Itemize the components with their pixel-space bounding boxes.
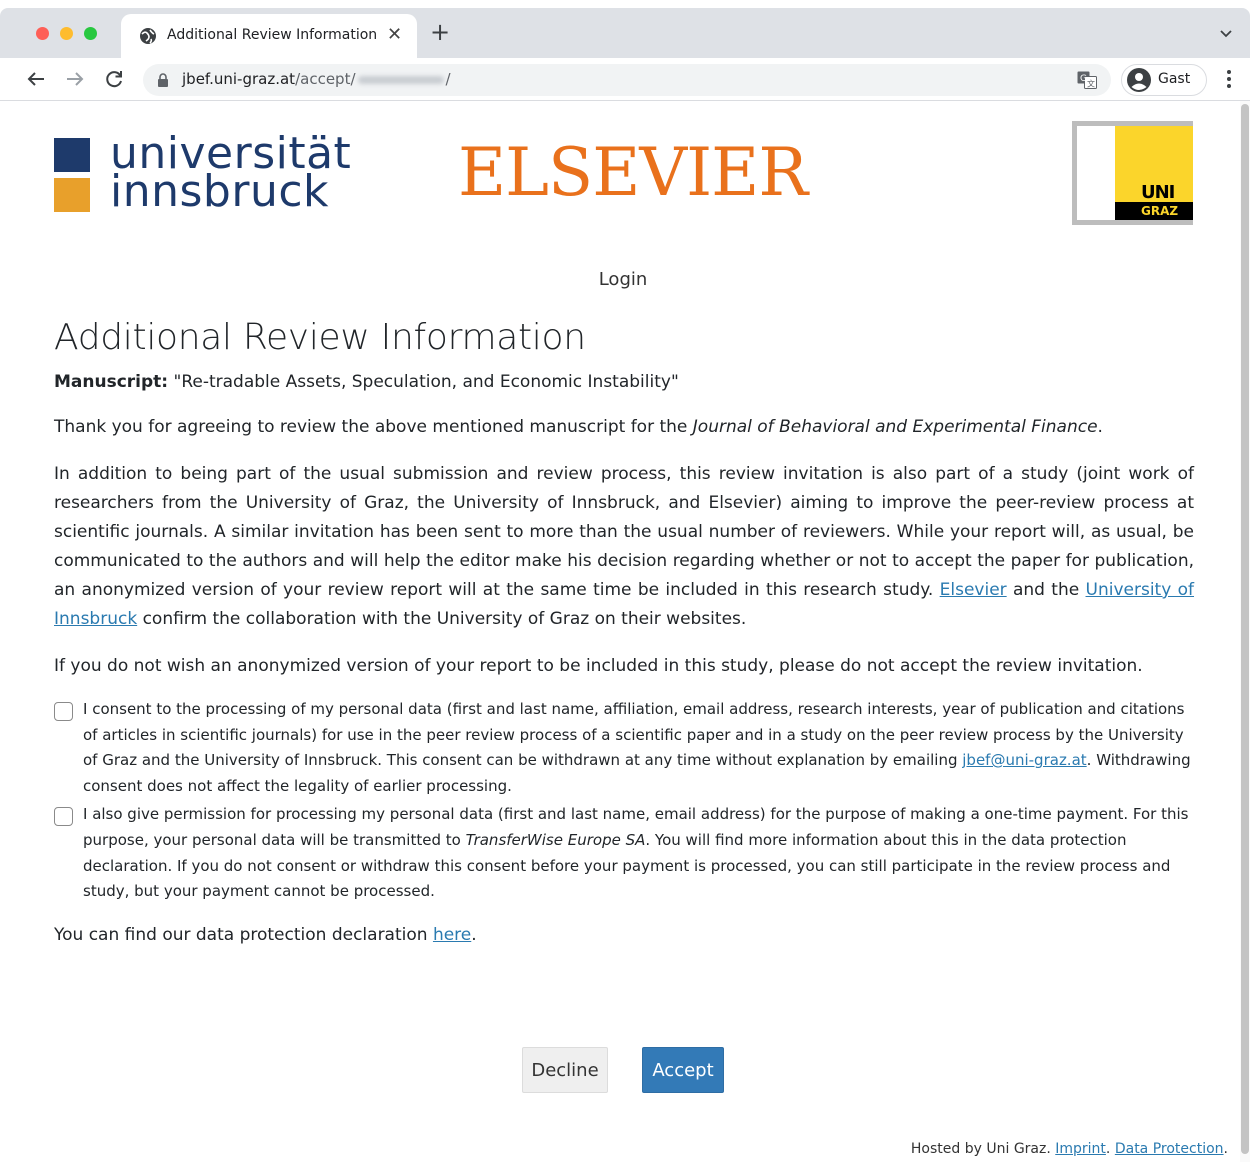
reload-icon[interactable] (102, 67, 126, 91)
consent-personal-data: I consent to the processing of my person… (54, 697, 1194, 799)
manuscript-line: Manuscript: "Re-tradable Assets, Specula… (54, 369, 1194, 395)
consent-payment-checkbox[interactable] (54, 807, 73, 827)
payment-company: TransferWise Europe SA (465, 830, 646, 849)
window-close-button[interactable] (36, 27, 49, 40)
url-path-prefix: /accept/ (295, 70, 356, 88)
study-text-mid: and the (1006, 580, 1086, 600)
svg-text:文: 文 (1087, 79, 1095, 89)
imprint-link[interactable]: Imprint (1055, 1141, 1106, 1157)
url-path-suffix: / (445, 70, 451, 88)
browser-chrome: Additional Review Information ✕ + jbef.u… (0, 0, 1250, 101)
logo-text-line2: innsbruck (110, 166, 329, 217)
journal-name: Journal of Behavioral and Experimental F… (692, 417, 1098, 437)
browser-tab-active[interactable]: Additional Review Information ✕ (121, 14, 417, 58)
data-protection-link[interactable]: Data Protection (1115, 1141, 1224, 1157)
account-icon (1127, 68, 1151, 92)
chevron-down-icon[interactable] (1218, 26, 1234, 42)
page-footer: Hosted by Uni Graz. Imprint. Data Protec… (911, 1141, 1228, 1157)
dp-text-end: . (471, 924, 477, 945)
profile-button[interactable]: Gast (1121, 64, 1207, 96)
kebab-menu-icon[interactable] (1222, 68, 1236, 90)
logo-square-blue (54, 138, 90, 172)
window-minimize-button[interactable] (60, 27, 73, 40)
login-link-label[interactable]: Login (599, 269, 648, 290)
page-content: universität innsbruck ELSEVIER UNI GRAZ … (0, 101, 1240, 1162)
data-protection-line: You can find our data protection declara… (54, 922, 1194, 948)
page-title: Additional Review Information (54, 317, 586, 358)
logo-text-graz: GRAZ (1141, 204, 1179, 218)
profile-name: Gast (1158, 71, 1191, 87)
study-paragraph: In addition to being part of the usual s… (54, 460, 1194, 634)
elsevier-logo: ELSEVIER (458, 134, 808, 211)
uni-graz-logo: UNI GRAZ (1072, 121, 1193, 225)
data-protection-here-link[interactable]: here (433, 925, 471, 945)
footer-sep: . (1105, 1141, 1115, 1157)
lock-icon[interactable] (157, 73, 169, 87)
redacted-token (357, 75, 444, 84)
url-host: jbef.uni-graz.at (182, 70, 296, 88)
tab-title: Additional Review Information (167, 27, 378, 43)
footer-hosted: Hosted by Uni Graz. (910, 1141, 1056, 1157)
manuscript-title: "Re-tradable Assets, Speculation, and Ec… (173, 372, 679, 392)
back-arrow-icon[interactable] (24, 67, 48, 91)
browser-toolbar: jbef.uni-graz.at/accept/ / G 文 Gast (0, 58, 1250, 101)
forward-arrow-icon[interactable] (63, 67, 87, 91)
address-bar[interactable]: jbef.uni-graz.at/accept/ / G 文 (143, 64, 1111, 96)
accept-button[interactable]: Accept (642, 1047, 724, 1093)
logo-text-uni: UNI (1141, 182, 1175, 203)
dp-text: You can find our data protection declara… (54, 924, 433, 945)
translate-icon[interactable]: G 文 (1077, 71, 1097, 89)
globe-icon (140, 28, 156, 44)
login-link[interactable]: Login (0, 269, 1240, 290)
url-text: jbef.uni-graz.at/accept/ / (182, 70, 451, 88)
thanks-end: . (1097, 417, 1103, 437)
elsevier-link[interactable]: Elsevier (940, 580, 1007, 600)
consent-personal-data-checkbox[interactable] (54, 702, 73, 721)
tab-strip: Additional Review Information ✕ + (0, 8, 1250, 58)
scrollbar-thumb[interactable] (1241, 104, 1249, 1154)
thanks-paragraph: Thank you for agreeing to review the abo… (54, 413, 1194, 442)
thanks-text: Thank you for agreeing to review the abo… (54, 417, 693, 437)
email-link[interactable]: jbef@uni-graz.at (962, 751, 1086, 769)
window-zoom-button[interactable] (84, 27, 97, 40)
university-innsbruck-logo: universität innsbruck (54, 132, 364, 218)
study-text-end: confirm the collaboration with the Unive… (137, 609, 747, 629)
decline-button[interactable]: Decline (522, 1047, 608, 1093)
plus-icon[interactable]: + (430, 20, 450, 44)
svg-text:G: G (1080, 74, 1087, 84)
vertical-scrollbar[interactable] (1240, 101, 1250, 1162)
main-content: Additional Review Information Manuscript… (54, 314, 1194, 948)
optout-paragraph: If you do not wish an anonymized version… (54, 656, 1143, 676)
manuscript-label: Manuscript: (54, 372, 169, 392)
consent-payment: I also give permission for processing my… (54, 802, 1194, 904)
footer-end: . (1223, 1141, 1228, 1157)
close-icon[interactable]: ✕ (387, 24, 402, 45)
logo-square-orange (54, 178, 90, 212)
